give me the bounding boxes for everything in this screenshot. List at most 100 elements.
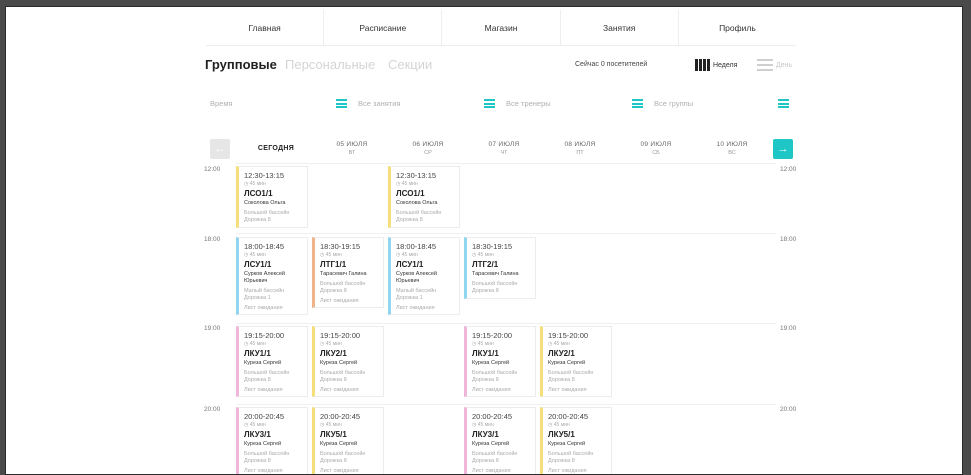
waitlist-link[interactable]: Лист ожидания <box>396 305 455 311</box>
class-duration: ◷ 45 мин <box>244 181 266 187</box>
duration-text: 45 мин <box>249 181 266 187</box>
class-coach: Куреза Сергей <box>244 360 282 366</box>
arrow-left-icon: ← <box>214 143 226 155</box>
day-date: 09 ИЮЛЯ <box>640 141 672 148</box>
tab-sections[interactable]: Секции <box>388 57 432 72</box>
class-card[interactable]: 18:00-18:45 ◷ 45 мин ЛСУ1/1 Сурков Алекс… <box>388 237 460 315</box>
class-duration: ◷ 45 мин <box>396 181 418 187</box>
class-code: ЛКУ5/1 <box>320 430 347 439</box>
filter-groups-placeholder: Все группы <box>654 99 694 108</box>
week-view-icon <box>695 59 710 71</box>
class-card[interactable]: 18:30-19:15 ◷ 45 мин ЛТГ2/1 Тарасевич Га… <box>464 237 536 299</box>
hour-label: 18:00 <box>204 236 221 243</box>
class-card[interactable]: 19:15-20:00 ◷ 45 мин ЛКУ1/1 Куреза Серге… <box>236 326 308 397</box>
waitlist-link[interactable]: Лист ожидания <box>548 387 607 393</box>
filter-time[interactable]: Время <box>206 94 354 114</box>
class-time: 19:15-20:00 <box>320 331 361 340</box>
class-coach: Куреза Сергей <box>320 360 358 366</box>
waitlist-link[interactable]: Лист ожидания <box>320 387 379 393</box>
class-coach: Сурков Алексей Юрьевич <box>244 271 285 284</box>
day-column-header[interactable]: 05 ИЮЛЯ ВТ <box>317 141 387 156</box>
filter-groups[interactable]: Все группы <box>650 94 791 114</box>
class-card[interactable]: 19:15-20:00 ◷ 45 мин ЛКУ2/1 Куреза Серге… <box>540 326 612 397</box>
duration-text: 45 мин <box>249 341 266 347</box>
duration-text: 45 мин <box>553 341 570 347</box>
waitlist-link[interactable]: Лист ожидания <box>320 298 379 304</box>
day-today[interactable]: СЕГОДНЯ <box>241 141 311 152</box>
nav-item-home[interactable]: Главная <box>206 10 323 45</box>
class-location: Большой бассейн Дорожка 8 <box>320 369 366 383</box>
next-week-button[interactable]: → <box>773 139 793 159</box>
hour-label: 20:00 <box>204 406 221 413</box>
waitlist-link[interactable]: Лист ожидания <box>244 468 303 474</box>
filter-trainers-placeholder: Все тренеры <box>506 99 551 108</box>
view-day-toggle[interactable]: День <box>757 59 792 71</box>
day-column-header[interactable]: 07 ИЮЛЯ ЧТ <box>469 141 539 156</box>
class-card[interactable]: 20:00-20:45 ◷ 45 мин ЛКУ3/1 Куреза Серге… <box>464 407 536 474</box>
class-card[interactable]: 12:30-13:15 ◷ 45 мин ЛСО1/1 Соколова Оль… <box>236 166 308 228</box>
class-location: Большой бассейн Дорожка 8 <box>472 369 518 383</box>
day-weekday: ВС <box>728 150 736 156</box>
waitlist-link[interactable]: Лист ожидания <box>320 468 379 474</box>
duration-text: 45 мин <box>249 422 266 428</box>
menu-icon[interactable] <box>484 99 495 108</box>
class-card[interactable]: 12:30-13:15 ◷ 45 мин ЛСО1/1 Соколова Оль… <box>388 166 460 228</box>
class-coach: Тарасевич Галина <box>320 271 367 277</box>
class-duration: ◷ 45 мин <box>472 341 494 347</box>
class-location: Большой бассейн Дорожка 8 <box>548 369 594 383</box>
visitors-count: Сейчас 0 посетителей <box>575 61 648 68</box>
menu-icon[interactable] <box>336 99 347 108</box>
day-date: 06 ИЮЛЯ <box>412 141 444 148</box>
prev-week-button[interactable]: ← <box>210 139 230 159</box>
duration-text: 45 мин <box>325 341 342 347</box>
nav-item-profile[interactable]: Профиль <box>677 10 796 45</box>
waitlist-link[interactable]: Лист ожидания <box>548 468 607 474</box>
day-column-header[interactable]: 08 ИЮЛЯ ПТ <box>545 141 615 156</box>
tab-personal[interactable]: Персональные <box>285 57 375 72</box>
class-card[interactable]: 18:00-18:45 ◷ 45 мин ЛСУ1/1 Сурков Алекс… <box>236 237 308 315</box>
filters-bar: Время Все занятия Все тренеры Все группы <box>206 94 791 114</box>
duration-text: 45 мин <box>477 252 494 258</box>
menu-icon[interactable] <box>778 99 789 108</box>
class-code: ЛКУ2/1 <box>320 349 347 358</box>
day-column-header[interactable]: 06 ИЮЛЯ СР <box>393 141 463 156</box>
class-time: 18:00-18:45 <box>244 242 285 251</box>
class-time: 18:30-19:15 <box>320 242 361 251</box>
waitlist-link[interactable]: Лист ожидания <box>244 387 303 393</box>
waitlist-link[interactable]: Лист ожидания <box>472 387 531 393</box>
day-column-header[interactable]: 09 ИЮЛЯ СБ <box>621 141 691 156</box>
hour-label: 20:00 <box>780 406 797 413</box>
class-card[interactable]: 20:00-20:45 ◷ 45 мин ЛКУ5/1 Куреза Серге… <box>312 407 384 474</box>
class-card[interactable]: 19:15-20:00 ◷ 45 мин ЛКУ2/1 Куреза Серге… <box>312 326 384 397</box>
waitlist-link[interactable]: Лист ожидания <box>472 468 531 474</box>
day-weekday: ЧТ <box>500 150 508 156</box>
filter-classes[interactable]: Все занятия <box>354 94 502 114</box>
filter-trainers[interactable]: Все тренеры <box>502 94 650 114</box>
nav-item-shop[interactable]: Магазин <box>441 10 559 45</box>
view-day-label: День <box>776 61 793 69</box>
class-time: 20:00-20:45 <box>472 412 513 421</box>
class-coach: Куреза Сергей <box>548 360 586 366</box>
class-time: 20:00-20:45 <box>244 412 285 421</box>
waitlist-link[interactable]: Лист ожидания <box>244 305 303 311</box>
menu-icon[interactable] <box>632 99 643 108</box>
view-week-toggle[interactable]: Неделя <box>695 59 737 71</box>
tab-group[interactable]: Групповые <box>205 57 277 72</box>
hour-divider <box>236 404 776 405</box>
nav-item-classes[interactable]: Занятия <box>559 10 678 45</box>
nav-item-schedule[interactable]: Расписание <box>323 10 441 45</box>
class-duration: ◷ 45 мин <box>244 422 266 428</box>
class-card[interactable]: 18:30-19:15 ◷ 45 мин ЛТГ1/1 Тарасевич Га… <box>312 237 384 308</box>
day-column-header[interactable]: 10 ИЮЛЯ ВС <box>697 141 767 156</box>
day-weekday: СР <box>424 150 432 156</box>
class-card[interactable]: 20:00-20:45 ◷ 45 мин ЛКУ5/1 Куреза Серге… <box>540 407 612 474</box>
class-duration: ◷ 45 мин <box>320 422 342 428</box>
class-code: ЛСУ1/1 <box>396 260 424 269</box>
class-card[interactable]: 20:00-20:45 ◷ 45 мин ЛКУ3/1 Куреза Серге… <box>236 407 308 474</box>
hour-label: 12:00 <box>780 166 797 173</box>
class-time: 19:15-20:00 <box>472 331 513 340</box>
class-coach: Тарасевич Галина <box>472 271 519 277</box>
hour-label: 19:00 <box>204 325 221 332</box>
class-code: ЛКУ1/1 <box>244 349 271 358</box>
class-card[interactable]: 19:15-20:00 ◷ 45 мин ЛКУ1/1 Куреза Серге… <box>464 326 536 397</box>
